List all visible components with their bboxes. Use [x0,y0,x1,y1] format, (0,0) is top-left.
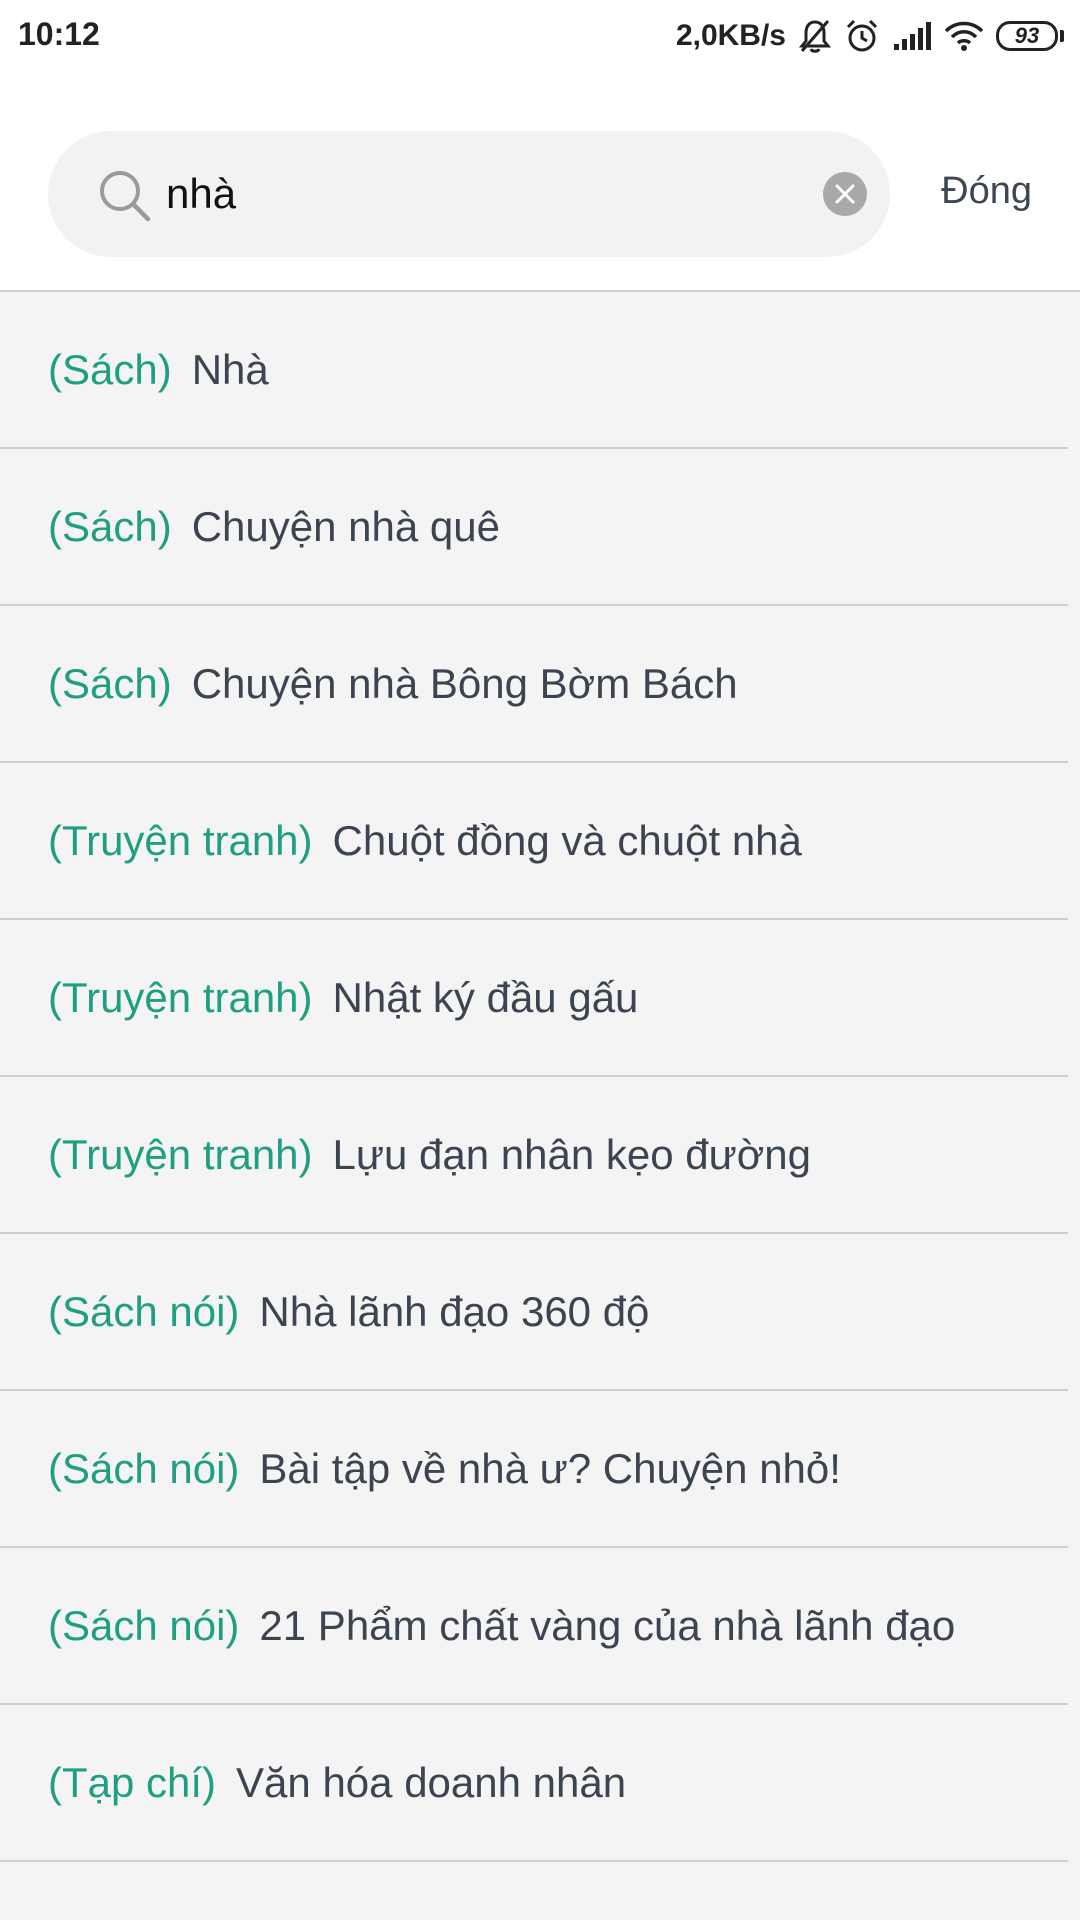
wifi-icon [944,20,984,52]
result-category: (Sách) [48,502,172,550]
list-item[interactable]: (Truyện tranh) Nhật ký đầu gấu [0,920,1068,1077]
result-title: Nhà lãnh đạo 360 độ [259,1287,650,1335]
status-time: 10:12 [18,16,100,52]
result-category: (Truyện tranh) [48,973,313,1021]
result-category: (Sách nói) [48,1444,240,1492]
result-category: (Tạp chí) [48,1758,217,1806]
list-item[interactable]: (Tạp chí) Văn hóa doanh nhân [0,1705,1068,1862]
signal-icon [892,20,932,52]
result-category: (Truyện tranh) [48,816,313,864]
result-title: Chuyện nhà Bông Bờm Bách [191,659,738,707]
status-bar: 10:12 2,0KB/s 93 [0,0,1080,74]
list-item[interactable]: (Truyện tranh) Lựu đạn nhân kẹo đường [0,1077,1068,1234]
result-title: Lựu đạn nhân kẹo đường [332,1130,811,1178]
result-title: Nhà [191,345,269,393]
result-category: (Sách) [48,659,172,707]
result-title: Văn hóa doanh nhân [236,1758,627,1806]
search-icon [96,167,152,223]
list-item[interactable]: (Sách) Chuyện nhà Bông Bờm Bách [0,606,1068,763]
result-title: Bài tập về nhà ư? Chuyện nhỏ! [259,1444,841,1492]
mute-bell-icon [798,18,832,54]
list-item[interactable]: (Sách nói) 21 Phẩm chất vàng của nhà lãn… [0,1548,1068,1705]
search-results-list: (Sách) Nhà (Sách) Chuyện nhà quê (Sách) … [0,292,1080,1862]
network-speed: 2,0KB/s [675,19,786,52]
list-item[interactable]: (Truyện tranh) Chuột đồng và chuột nhà [0,763,1068,920]
result-category: (Truyện tranh) [48,1130,313,1178]
list-item[interactable]: (Sách nói) Bài tập về nhà ư? Chuyện nhỏ! [0,1391,1068,1548]
status-icons: 2,0KB/s 93 [676,14,1064,58]
list-item[interactable]: (Sách) Nhà [0,292,1068,449]
clear-icon[interactable] [823,172,867,216]
result-title: Nhật ký đầu gấu [332,973,639,1021]
list-item[interactable]: (Sách nói) Nhà lãnh đạo 360 độ [0,1234,1068,1391]
list-item[interactable]: (Sách) Chuyện nhà quê [0,449,1068,606]
search-input[interactable] [166,161,746,227]
search-header: Đóng [0,74,1080,292]
result-title: Chuyện nhà quê [191,502,500,550]
close-button[interactable]: Đóng [941,170,1032,213]
alarm-icon [844,18,880,54]
result-category: (Sách nói) [48,1287,240,1335]
battery-level: 93 [996,21,1058,51]
battery-icon: 93 [996,21,1064,51]
result-title: Chuột đồng và chuột nhà [332,816,802,864]
result-title: 21 Phẩm chất vàng của nhà lãnh đạo [259,1601,956,1649]
search-box[interactable] [48,131,890,257]
result-category: (Sách) [48,345,172,393]
result-category: (Sách nói) [48,1601,240,1649]
